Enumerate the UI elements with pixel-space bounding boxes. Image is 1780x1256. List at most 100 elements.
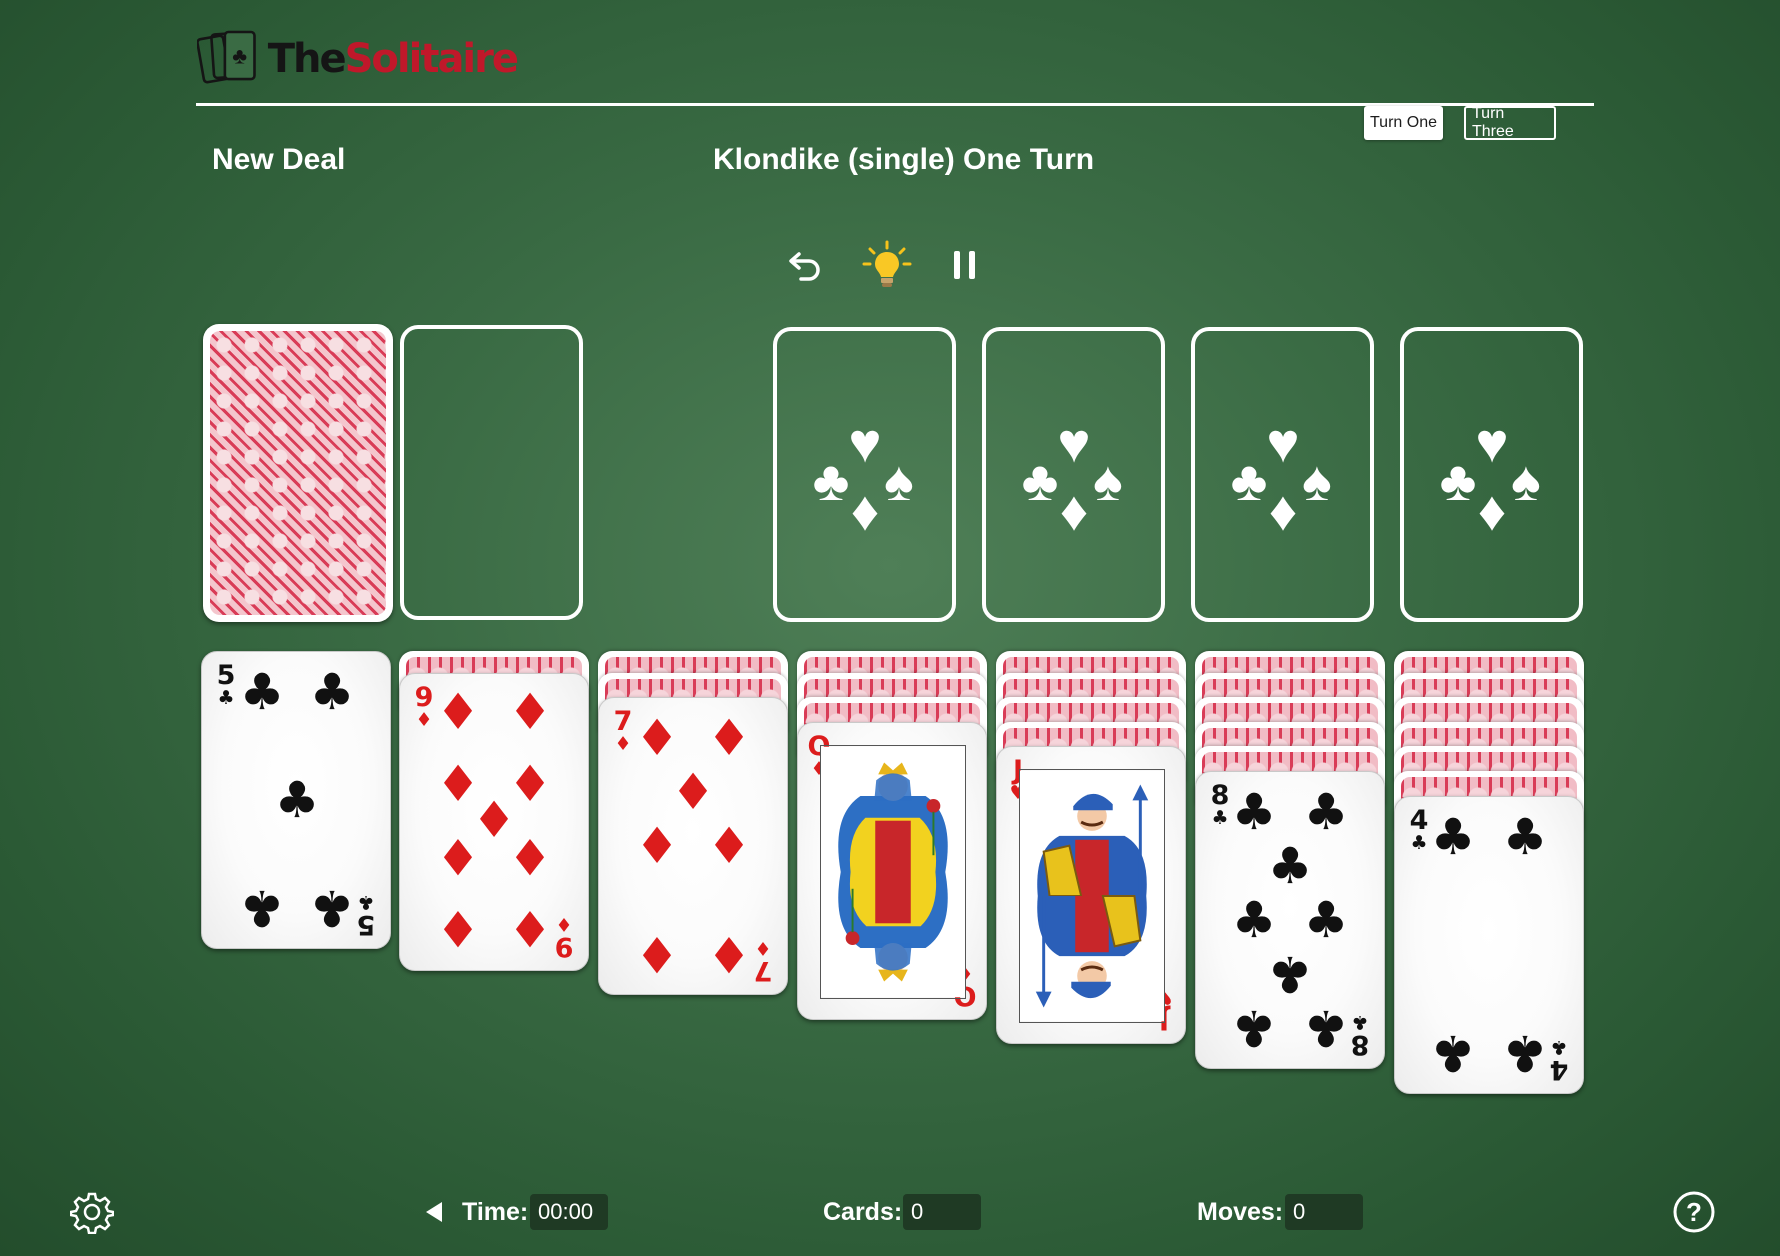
game-title: Klondike (single) One Turn: [713, 143, 1095, 176]
card-corner: 7 ♦: [613, 706, 633, 755]
tableau-card-5-clubs[interactable]: 5 ♣ 5 ♣ ♣ ♣ ♣ ♣ ♣: [201, 651, 391, 949]
foundation-suits-icon: ♥ ♣ ♠ ♦: [812, 411, 914, 540]
svg-text:♣: ♣: [1021, 449, 1058, 512]
settings-button[interactable]: [69, 1190, 115, 1235]
svg-text:♠: ♠: [1093, 449, 1123, 512]
card-corner: 8 ♣: [1350, 1011, 1370, 1060]
undo-icon: [789, 252, 820, 281]
help-button[interactable]: ?: [1672, 1190, 1716, 1234]
logo-solitaire: Solitaire: [344, 36, 519, 82]
card-corner: 4 ♣: [1549, 1036, 1569, 1085]
suit-pip: ♦: [507, 683, 553, 741]
gear-icon: [69, 1192, 115, 1235]
card-corner: 4 ♣: [1409, 805, 1429, 854]
suit-pip: ♦: [706, 817, 752, 875]
suit-pip: ♦: [507, 899, 553, 957]
foundation-1[interactable]: ♥ ♣ ♠ ♦: [773, 327, 956, 622]
svg-text:♠: ♠: [1511, 449, 1541, 512]
svg-text:♦: ♦: [1059, 479, 1088, 540]
tableau-card-queen-diamonds[interactable]: Q ♦ Q ♦: [797, 722, 987, 1020]
tableau-card-9-diamonds[interactable]: 9 ♦ 9 ♦ ♦ ♦ ♦ ♦ ♦ ♦ ♦ ♦ ♦: [399, 673, 589, 971]
suit-pip: ♦: [706, 709, 752, 767]
tableau-card-4-clubs[interactable]: 4 ♣ 4 ♣ ♣ ♣ ♣ ♣: [1394, 796, 1584, 1094]
suit-pip: ♣: [1303, 999, 1349, 1057]
svg-text:♥: ♥: [1057, 411, 1090, 474]
card-corner: 8 ♣: [1210, 780, 1230, 829]
collapse-arrow-icon[interactable]: [424, 1201, 444, 1223]
help-icon: ?: [1673, 1191, 1715, 1233]
new-deal-link[interactable]: New Deal: [212, 143, 345, 177]
suit-pip: ♦: [435, 899, 481, 957]
suit-pip: ♣: [1303, 891, 1349, 949]
logo-the: The: [267, 36, 347, 82]
svg-text:♠: ♠: [884, 449, 914, 512]
svg-text:♥: ♥: [1266, 411, 1299, 474]
svg-text:♠: ♠: [1302, 449, 1332, 512]
logo-wordmark: TheSolitaire: [267, 36, 519, 82]
turn-three-button[interactable]: Turn Three: [1464, 105, 1556, 140]
svg-text:♦: ♦: [1477, 479, 1506, 540]
suit-pip: ♣: [1430, 1024, 1476, 1082]
waste-pile[interactable]: [400, 325, 583, 620]
card-corner: 9 ♦: [554, 913, 574, 962]
svg-text:♣: ♣: [1230, 449, 1267, 512]
svg-text:♥: ♥: [1475, 411, 1508, 474]
suit-pip: ♣: [309, 663, 355, 721]
suit-pip: ♦: [435, 827, 481, 885]
foundation-suits-icon: ♥ ♣ ♠ ♦: [1021, 411, 1123, 540]
time-label: Time:: [462, 1198, 529, 1226]
card-back-pattern: [210, 331, 386, 615]
suit-pip: ♣: [309, 879, 355, 937]
time-value: 00:00: [530, 1194, 608, 1230]
svg-text:?: ?: [1686, 1197, 1702, 1227]
suit-pip: ♣: [1502, 1024, 1548, 1082]
foundation-suits-icon: ♥ ♣ ♠ ♦: [1230, 411, 1332, 540]
cards-logo-icon: ♣: [197, 30, 256, 84]
tableau-card-7-diamonds[interactable]: 7 ♦ 7 ♦ ♦ ♦ ♦ ♦ ♦ ♦ ♦: [598, 697, 788, 995]
moves-value: 0: [1285, 1194, 1363, 1230]
suit-pip: ♣: [239, 663, 285, 721]
card-corner: 7 ♦: [753, 937, 773, 986]
suit-pip: ♦: [670, 763, 716, 821]
suit-pip: ♣: [1231, 999, 1277, 1057]
suit-pip: ♣: [274, 771, 320, 829]
svg-text:♥: ♥: [848, 411, 881, 474]
suit-pip: ♦: [706, 925, 752, 983]
queen-portrait-icon: [820, 745, 966, 999]
suit-pip: ♦: [507, 827, 553, 885]
foundation-2[interactable]: ♥ ♣ ♠ ♦: [982, 327, 1165, 622]
moves-label: Moves:: [1197, 1198, 1284, 1226]
turn-one-button[interactable]: Turn One: [1364, 106, 1443, 140]
suit-pip: ♣: [1502, 808, 1548, 866]
suit-pip: ♣: [1267, 837, 1313, 895]
site-logo[interactable]: ♣ TheSolitaire: [197, 24, 519, 94]
suit-pip: ♣: [1267, 945, 1313, 1003]
foundation-suits-icon: ♥ ♣ ♠ ♦: [1439, 411, 1541, 540]
card-corner: 5 ♣: [356, 891, 376, 940]
hint-button[interactable]: [862, 240, 912, 290]
pause-icon: [954, 251, 975, 279]
suit-pip: ♦: [435, 683, 481, 741]
tableau-card-8-clubs[interactable]: 8 ♣ 8 ♣ ♣ ♣ ♣ ♣ ♣ ♣ ♣ ♣: [1195, 771, 1385, 1069]
svg-text:♣: ♣: [1439, 449, 1476, 512]
stock-pile[interactable]: [203, 324, 393, 622]
suit-pip: ♣: [239, 879, 285, 937]
svg-text:♣: ♣: [812, 449, 849, 512]
suit-pip: ♣: [1303, 783, 1349, 841]
foundation-3[interactable]: ♥ ♣ ♠ ♦: [1191, 327, 1374, 622]
tableau-card-jack-hearts[interactable]: J ♥ J ♥: [996, 746, 1186, 1044]
cards-value: 0: [903, 1194, 981, 1230]
suit-pip: ♣: [1430, 808, 1476, 866]
suit-pip: ♦: [634, 709, 680, 767]
foundation-4[interactable]: ♥ ♣ ♠ ♦: [1400, 327, 1583, 622]
svg-text:♦: ♦: [1268, 479, 1297, 540]
jack-portrait-icon: [1019, 769, 1165, 1023]
card-corner: 9 ♦: [414, 682, 434, 731]
suit-pip: ♦: [634, 925, 680, 983]
pause-button[interactable]: [940, 240, 990, 290]
suit-pip: ♣: [1231, 783, 1277, 841]
suit-pip: ♣: [1231, 891, 1277, 949]
undo-button[interactable]: [780, 240, 830, 290]
card-corner: 5 ♣: [216, 660, 236, 709]
suit-pip: ♦: [634, 817, 680, 875]
